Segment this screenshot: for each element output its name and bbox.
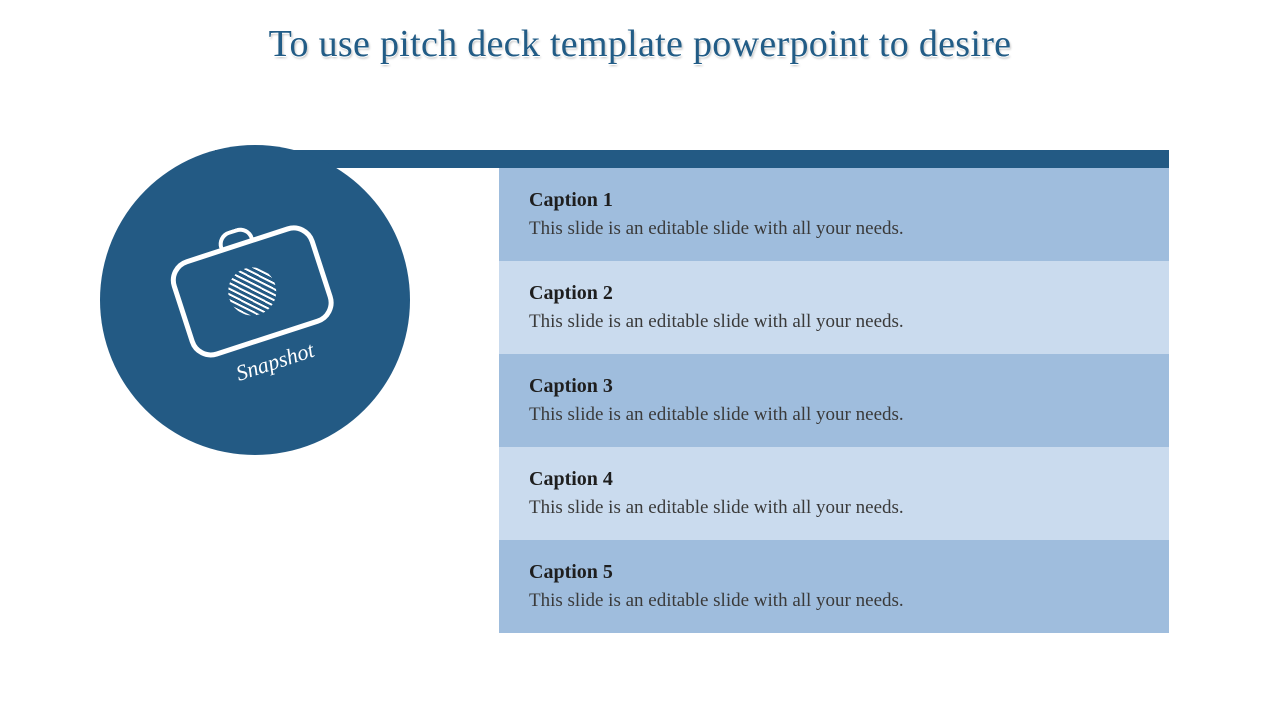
- accent-bar: [215, 150, 1169, 168]
- caption-desc: This slide is an editable slide with all…: [529, 218, 1139, 240]
- caption-title: Caption 5: [529, 561, 1139, 584]
- slide-title: To use pitch deck template powerpoint to…: [0, 22, 1280, 66]
- camera-icon: Snapshot: [160, 203, 351, 398]
- list-item: Caption 5 This slide is an editable slid…: [499, 540, 1169, 633]
- caption-title: Caption 3: [529, 375, 1139, 398]
- caption-title: Caption 2: [529, 282, 1139, 305]
- slide: To use pitch deck template powerpoint to…: [0, 0, 1280, 720]
- list-item: Caption 4 This slide is an editable slid…: [499, 447, 1169, 540]
- caption-desc: This slide is an editable slide with all…: [529, 590, 1139, 612]
- caption-list: Caption 1 This slide is an editable slid…: [499, 168, 1169, 635]
- caption-desc: This slide is an editable slide with all…: [529, 311, 1139, 333]
- list-item: Caption 2 This slide is an editable slid…: [499, 261, 1169, 354]
- caption-title: Caption 4: [529, 468, 1139, 491]
- caption-title: Caption 1: [529, 189, 1139, 212]
- list-item: Caption 3 This slide is an editable slid…: [499, 354, 1169, 447]
- list-item: Caption 1 This slide is an editable slid…: [499, 168, 1169, 261]
- content-area: Snapshot Caption 1 This slide is an edit…: [115, 150, 1169, 635]
- caption-desc: This slide is an editable slide with all…: [529, 404, 1139, 426]
- caption-desc: This slide is an editable slide with all…: [529, 497, 1139, 519]
- snapshot-badge: Snapshot: [100, 145, 410, 455]
